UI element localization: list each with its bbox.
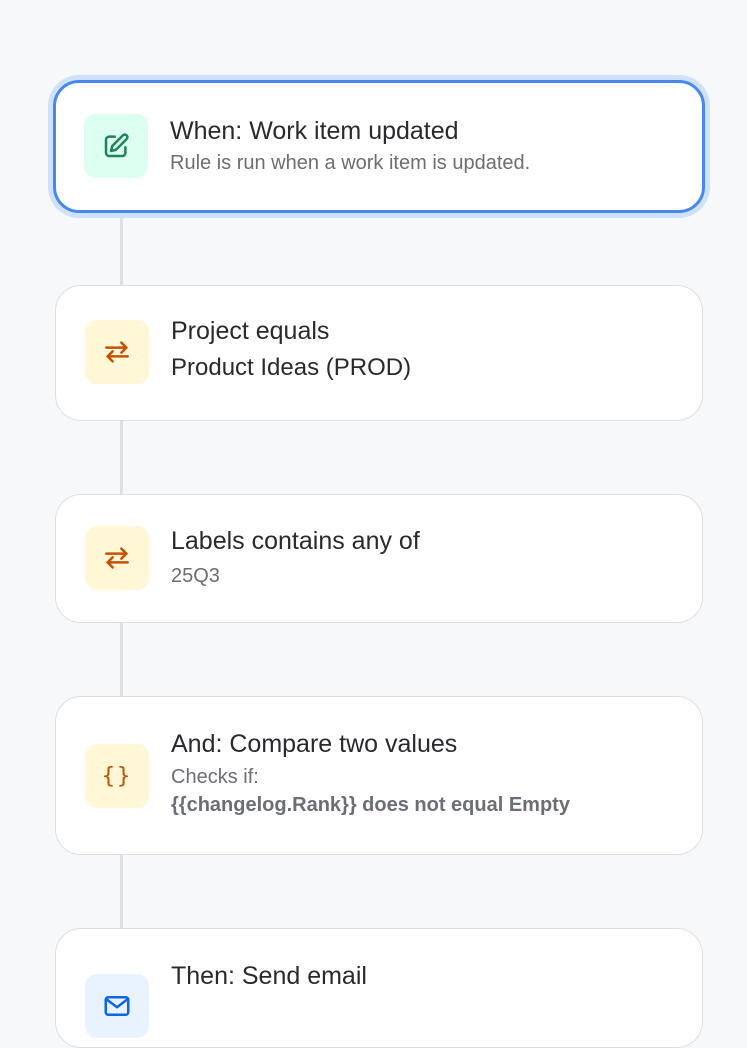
step-description: Rule is run when a work item is updated. — [170, 152, 531, 174]
automation-rule-flow: When: Work item updated Rule is run when… — [0, 0, 747, 1048]
condition-arrows-icon — [102, 337, 132, 367]
step-title: When: Work item updated — [170, 117, 459, 145]
condition-arrows-icon — [102, 543, 132, 573]
condition-card-project-equals[interactable]: Project equals Product Ideas (PROD) — [55, 285, 703, 421]
trigger-icon-box — [84, 114, 148, 178]
step-value: Product Ideas (PROD) — [171, 354, 412, 381]
step-value: 25Q3 — [171, 565, 220, 587]
flow-connector — [120, 214, 123, 286]
action-card-send-email[interactable]: Then: Send email — [55, 928, 703, 1048]
email-icon — [102, 991, 132, 1021]
comparison-expression: {{changelog.Rank}} does not equal Empty — [171, 794, 570, 816]
flow-connector — [120, 420, 123, 495]
step-title: Labels contains any of — [171, 527, 420, 555]
flow-connector — [120, 622, 123, 698]
condition-icon-box — [85, 320, 149, 384]
step-title: Project equals — [171, 317, 330, 345]
step-description: Checks if: — [171, 766, 259, 788]
compare-icon-box: {} — [85, 744, 149, 808]
step-title: And: Compare two values — [171, 730, 458, 758]
braces-icon: {} — [101, 763, 133, 789]
condition-icon-box — [85, 526, 149, 590]
step-title: Then: Send email — [171, 962, 367, 990]
action-icon-box — [85, 974, 149, 1038]
condition-card-compare-values[interactable]: {} And: Compare two values Checks if: {{… — [55, 696, 703, 855]
edit-icon — [101, 131, 131, 161]
flow-connector — [120, 854, 123, 930]
condition-card-labels-contains[interactable]: Labels contains any of 25Q3 — [55, 494, 703, 623]
trigger-card-work-item-updated[interactable]: When: Work item updated Rule is run when… — [53, 80, 705, 213]
